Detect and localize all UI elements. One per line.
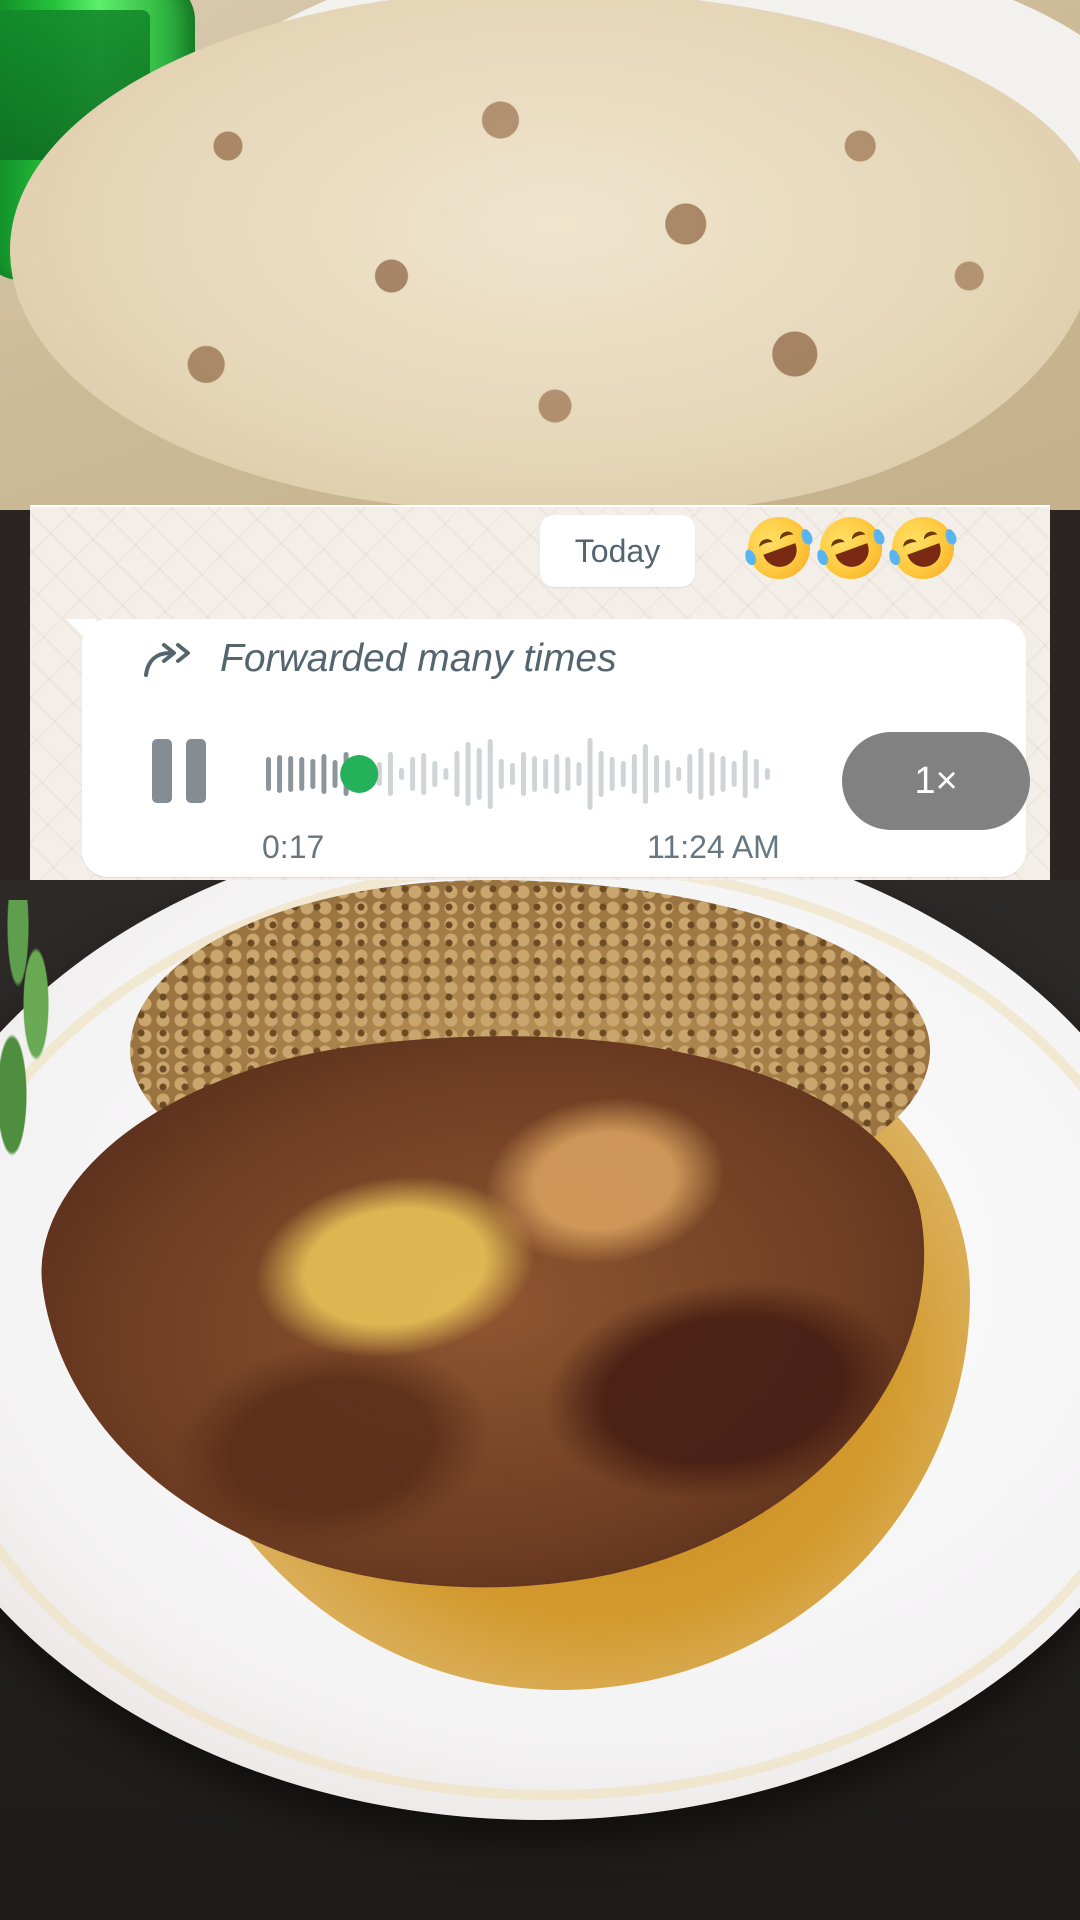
waveform-bar: [687, 754, 693, 794]
waveform-bar: [465, 742, 471, 806]
waveform-bar: [498, 759, 504, 789]
waveform-bar: [620, 761, 626, 787]
laughing-emoji-icon: [883, 508, 963, 588]
waveform-bar: [642, 744, 648, 804]
waveform-bar: [321, 754, 327, 794]
waveform-bar: [654, 755, 660, 793]
waveform-bar: [443, 768, 449, 780]
waveform-bar: [676, 767, 682, 781]
playback-speed-button[interactable]: 1×: [842, 732, 1030, 830]
waveform-bar: [532, 756, 538, 792]
background-photo-bread: [0, 0, 1080, 510]
waveform-bar: [631, 754, 637, 794]
waveform-bar: [432, 761, 438, 787]
waveform-bar: [587, 738, 593, 810]
waveform-bar: [266, 757, 271, 791]
waveform-bar: [410, 757, 416, 791]
waveform-bar: [576, 762, 582, 786]
waveform-bar: [543, 759, 549, 789]
message-timestamp: 11:24 AM: [647, 829, 780, 865]
waveform-bar: [698, 748, 704, 800]
laughing-emoji-icon: [811, 508, 891, 588]
waveform-bar: [521, 752, 526, 796]
forward-icon: [144, 643, 190, 677]
waveform-bar: [731, 761, 737, 787]
waveform-bar: [742, 750, 748, 798]
waveform-bar: [609, 757, 615, 791]
waveform-bar: [399, 768, 405, 780]
voice-duration: 0:17: [262, 829, 325, 865]
laughing-emoji-icon: [739, 508, 819, 588]
forwarded-indicator: Forwarded many times: [142, 637, 617, 681]
waveform-bar: [598, 751, 604, 797]
waveform-bar: [454, 751, 460, 797]
naan-bread: [10, 0, 1080, 510]
waveform-bar: [753, 759, 759, 789]
pause-button[interactable]: [152, 739, 214, 805]
waveform-bar: [565, 757, 571, 791]
waveform-bar: [665, 760, 671, 788]
forwarded-label: Forwarded many times: [220, 637, 617, 680]
waveform-bar: [299, 757, 305, 791]
waveform-bar: [554, 754, 560, 794]
waveform-bar: [509, 763, 515, 785]
waveform-bar: [487, 739, 493, 809]
waveform-bar: [720, 756, 726, 792]
reaction-emojis: [739, 508, 963, 588]
audio-waveform-seekbar[interactable]: [262, 729, 772, 819]
chat-screenshot-overlay: Today Forwarded many times 1× 0:17 11:24…: [30, 505, 1050, 882]
waveform-bar: [310, 759, 316, 789]
waveform-bar: [764, 768, 770, 780]
background-photo-chicken-plate: [0, 880, 1080, 1920]
waveform-bar: [387, 752, 393, 796]
pause-icon: [152, 739, 172, 803]
seek-handle[interactable]: [340, 755, 379, 793]
date-chip: Today: [540, 515, 695, 587]
screen: Today Forwarded many times 1× 0:17 11:24…: [0, 0, 1080, 1920]
voice-message-bubble[interactable]: Forwarded many times 1× 0:17 11:24 AM: [82, 619, 1030, 877]
waveform-bar: [332, 760, 338, 788]
waveform-bar: [277, 755, 283, 793]
waveform-bar: [421, 753, 427, 795]
waveform-bar: [476, 748, 482, 800]
waveform-bar: [709, 752, 715, 796]
plate-leaf-decoration: [0, 900, 60, 1160]
waveform-bar: [288, 756, 294, 792]
